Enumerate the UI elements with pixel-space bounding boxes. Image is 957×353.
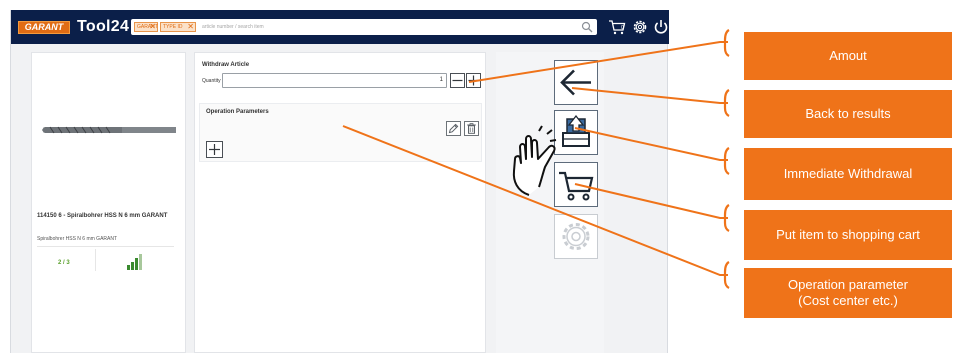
callout-immediate-withdrawal: Immediate Withdrawal [744, 148, 952, 200]
plus-icon [209, 144, 220, 155]
twist-drill-image [42, 126, 176, 134]
minus-icon [452, 79, 463, 82]
app-title: Tool24 [77, 18, 130, 35]
plus-icon [468, 75, 479, 86]
search-bar[interactable]: GARANT ✕ TYPE ID ✕ article number / sear… [131, 19, 597, 35]
callout-shopping-cart: Put item to shopping cart [744, 210, 952, 260]
decrease-quantity-button[interactable] [450, 73, 465, 88]
tool24-window: GARANT Tool24 GARANT ✕ TYPE ID ✕ article… [10, 10, 669, 353]
withdraw-title: Withdraw Article [202, 62, 250, 68]
quantity-label: Quantity [202, 78, 221, 84]
back-arrow-icon [560, 69, 591, 96]
callout-back-to-results: Back to results [744, 90, 952, 138]
trash-icon [467, 123, 476, 134]
app-screen: GARANT Tool24 GARANT ✕ TYPE ID ✕ article… [0, 0, 957, 353]
edit-parameter-button[interactable] [446, 121, 461, 136]
top-bar: GARANT Tool24 GARANT ✕ TYPE ID ✕ article… [11, 10, 669, 44]
operation-parameters-title: Operation Parameters [206, 109, 269, 115]
divider [37, 246, 174, 247]
action-strip [496, 52, 604, 353]
power-icon[interactable] [652, 18, 670, 36]
withdraw-panel: Withdraw Article Quantity 1 Operation Pa… [194, 52, 486, 353]
pencil-icon [448, 123, 459, 134]
availability-count: 2 / 3 [58, 260, 70, 266]
divider [95, 249, 96, 271]
shopping-cart-icon[interactable]: 0 [608, 18, 626, 36]
back-button[interactable] [554, 60, 598, 105]
chip-remove-icon[interactable]: ✕ [149, 23, 156, 31]
search-icon[interactable] [581, 21, 593, 33]
quantity-value: 1 [439, 77, 443, 83]
filter-chip-garant[interactable]: GARANT ✕ [134, 22, 158, 32]
operation-parameters-section: Operation Parameters [199, 103, 482, 162]
filter-chip-label: TYPE ID [163, 24, 183, 30]
add-parameter-button[interactable] [206, 141, 223, 158]
product-description: Spiralbohrer HSS N 6 mm GARANT [37, 236, 118, 242]
increase-quantity-button[interactable] [466, 73, 481, 88]
chip-remove-icon[interactable]: ✕ [187, 23, 194, 31]
garant-logo: GARANT [18, 21, 70, 34]
search-placeholder[interactable]: article number / search item [202, 23, 264, 31]
settings-gear-icon [562, 223, 590, 250]
gear-icon[interactable] [631, 18, 649, 36]
callout-operation-parameter: Operation parameter (Cost center etc.) [744, 268, 952, 318]
delete-parameter-button[interactable] [464, 121, 479, 136]
product-name[interactable]: 114150 6 - Spiralbohrer HSS N 6 mm GARAN… [37, 213, 183, 220]
operation-settings-button[interactable] [554, 214, 598, 259]
signal-bars-icon [127, 254, 142, 270]
callout-amount: Amout [744, 32, 952, 80]
filter-chip-type-id[interactable]: TYPE ID ✕ [160, 22, 196, 32]
svg-text:0: 0 [621, 25, 624, 31]
quantity-field[interactable]: 1 [222, 73, 447, 88]
pointing-hand-icon [512, 125, 557, 196]
product-card[interactable]: 114150 6 - Spiralbohrer HSS N 6 mm GARAN… [31, 52, 186, 353]
